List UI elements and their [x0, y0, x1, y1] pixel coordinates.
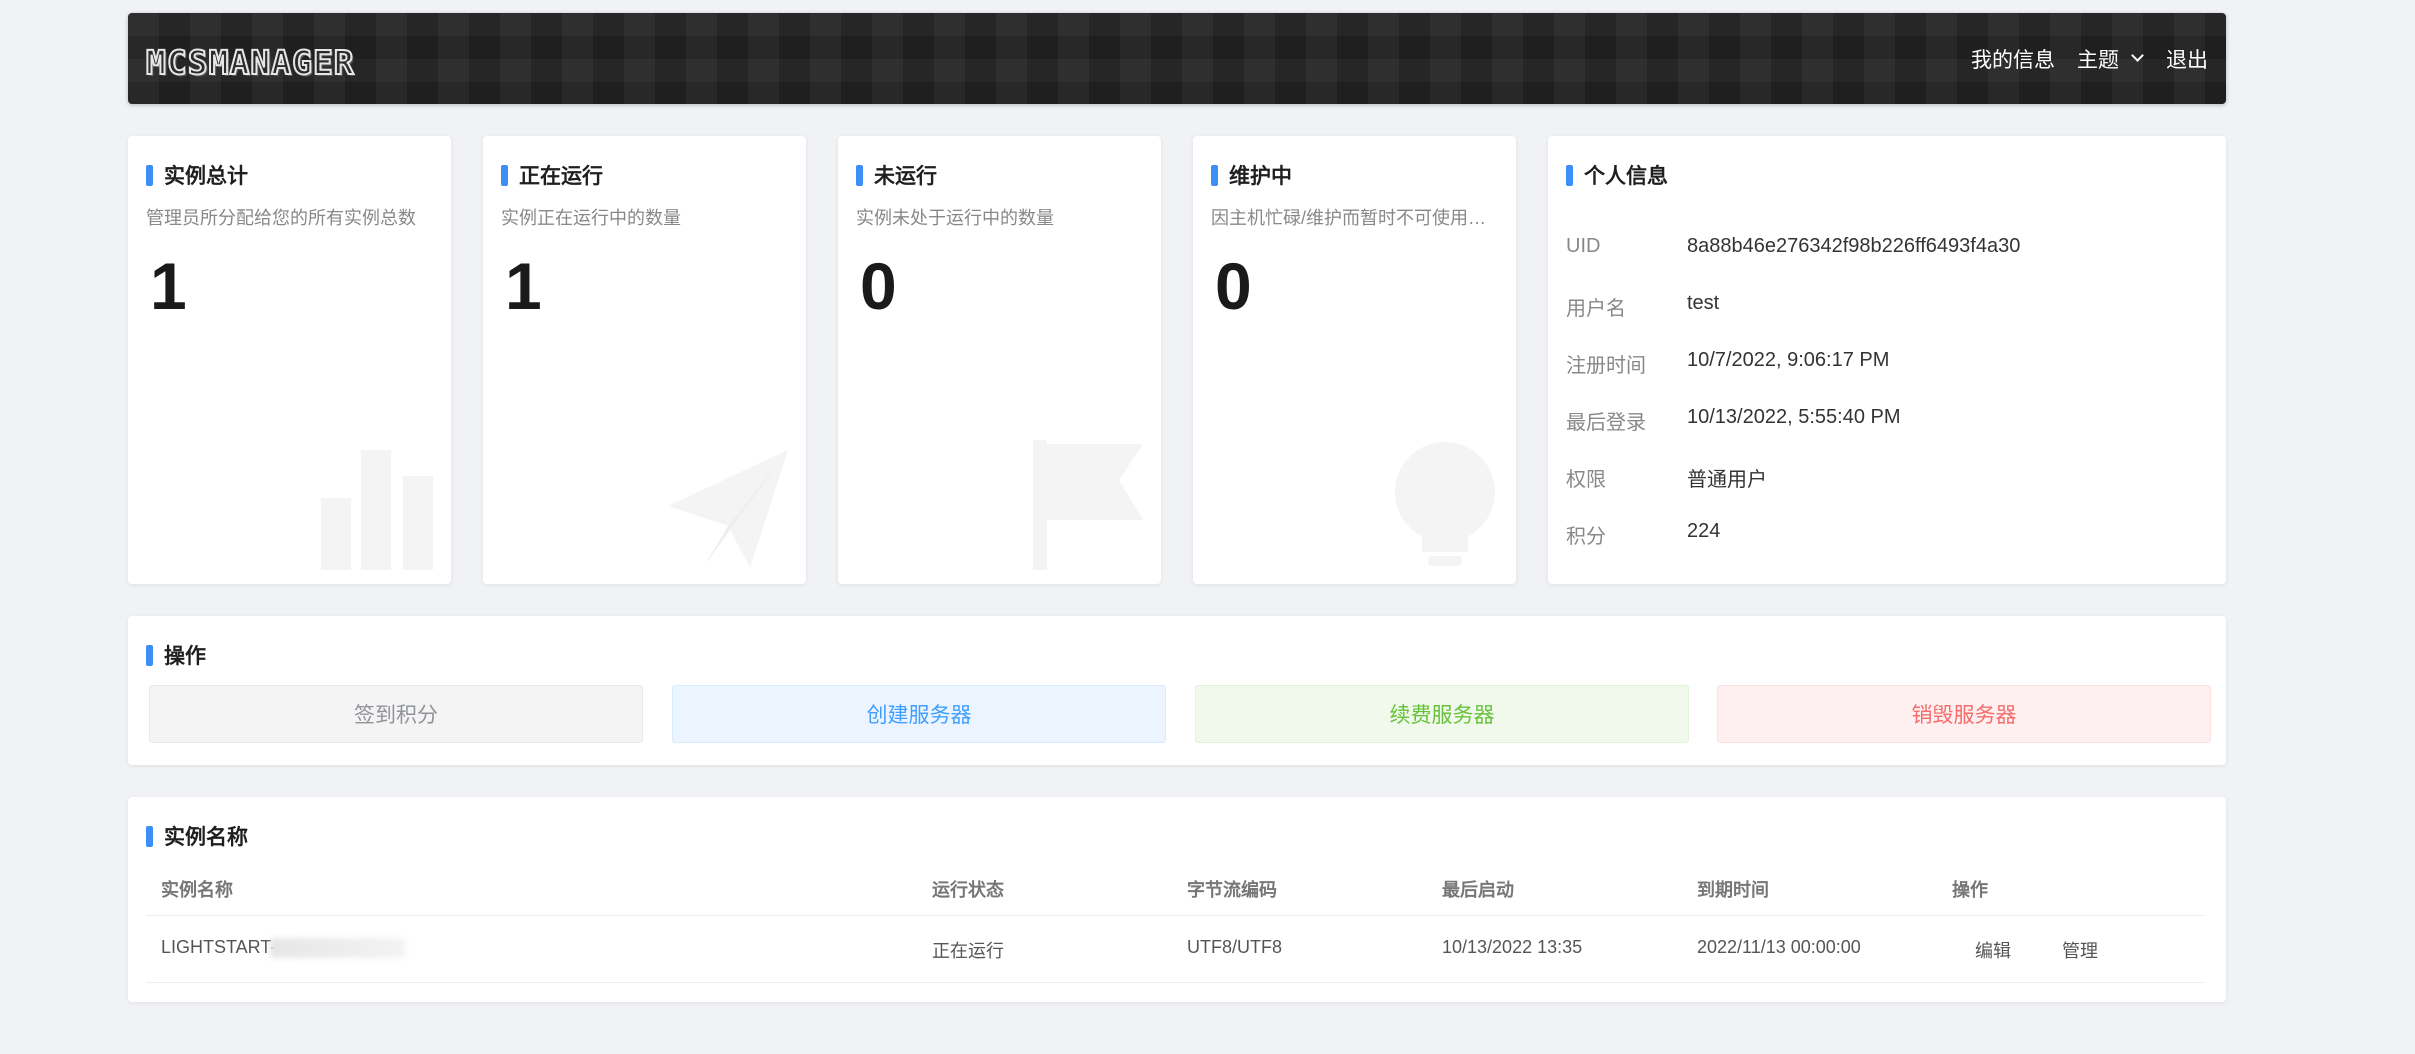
- profile-card: 个人信息 UID 8a88b46e276342f98b226ff6493f4a30…: [1548, 136, 2226, 584]
- profile-key: 积分: [1566, 526, 1606, 548]
- instances-card: 实例名称: [128, 797, 2226, 1002]
- theme-dropdown[interactable]: 主题: [2077, 44, 2144, 74]
- profile-row-uid: UID 8a88b46e276342f98b226ff6493f4a30: [1566, 235, 2020, 258]
- profile-title-wrap: 个人信息: [1566, 160, 1668, 190]
- actions-title: 操作: [164, 645, 206, 668]
- stat-card-title-wrap: 未运行: [856, 160, 937, 190]
- stat-card-title: 未运行: [874, 165, 937, 188]
- stat-card-desc: 实例正在运行中的数量: [501, 208, 681, 228]
- column-header-operations: 操作: [1952, 880, 1988, 900]
- profile-value: 普通用户: [1687, 469, 1767, 491]
- title-accent-mark: [1566, 164, 1573, 186]
- profile-value: 10/13/2022, 5:55:40 PM: [1687, 406, 1901, 428]
- column-header-name: 实例名称: [161, 880, 233, 900]
- column-header-last-start: 最后启动: [1442, 880, 1514, 900]
- paper-plane-icon: [668, 450, 788, 568]
- stat-card-desc: 实例未处于运行中的数量: [856, 208, 1054, 228]
- stat-card-maintenance: 维护中 因主机忙碌/维护而暂时不可使用的实例数量 0: [1193, 136, 1516, 584]
- profile-row-permission: 权限 普通用户: [1566, 463, 1767, 492]
- theme-label: 主题: [2077, 48, 2119, 72]
- instance-encoding: UTF8/UTF8: [1187, 937, 1283, 957]
- column-header-status: 运行状态: [932, 880, 1004, 900]
- edit-instance-link[interactable]: 编辑: [1975, 937, 2011, 963]
- profile-key: 权限: [1566, 469, 1606, 491]
- profile-key: 最后登录: [1566, 412, 1646, 434]
- table-row-name: LIGHTSTART-: [161, 937, 406, 959]
- stat-card-running: 正在运行 实例正在运行中的数量 1: [483, 136, 806, 584]
- instances-title: 实例名称: [164, 826, 248, 849]
- stat-card-desc: 管理员所分配给您的所有实例总数: [146, 208, 416, 228]
- profile-row-registered: 注册时间 10/7/2022, 9:06:17 PM: [1566, 349, 1889, 378]
- stat-card-value: 0: [860, 249, 897, 323]
- destroy-server-button[interactable]: 销毁服务器: [1717, 685, 2211, 743]
- instance-expire: 2022/11/13 00:00:00: [1697, 937, 1861, 957]
- top-navigation-bar: MCSMANAGER 我的信息 主题 退出: [128, 13, 2226, 104]
- instance-status: 正在运行: [932, 941, 1004, 961]
- flag-icon: [1033, 440, 1143, 570]
- manage-instance-link[interactable]: 管理: [2062, 937, 2098, 963]
- column-header-expire: 到期时间: [1697, 880, 1769, 900]
- top-nav-menu: 我的信息 主题 退出: [1971, 13, 2208, 104]
- title-accent-mark: [146, 644, 153, 666]
- stat-card-title-wrap: 维护中: [1211, 160, 1292, 190]
- stat-card-title: 正在运行: [519, 165, 603, 188]
- create-server-button[interactable]: 创建服务器: [672, 685, 1166, 743]
- instance-last-start: 10/13/2022 13:35: [1442, 937, 1583, 957]
- table-header-divider: [146, 915, 2205, 916]
- stat-card-value: 1: [505, 249, 542, 323]
- title-accent-mark: [146, 825, 153, 847]
- stat-card-title-wrap: 实例总计: [146, 160, 248, 190]
- stat-card-desc: 因主机忙碌/维护而暂时不可使用的实例数量: [1211, 208, 1501, 228]
- title-accent-mark: [856, 164, 863, 186]
- app-logo[interactable]: MCSMANAGER: [145, 42, 355, 83]
- signin-points-button[interactable]: 签到积分: [149, 685, 643, 743]
- lightbulb-icon: [1395, 442, 1495, 566]
- column-header-encoding: 字节流编码: [1187, 880, 1277, 900]
- title-accent-mark: [501, 164, 508, 186]
- actions-title-wrap: 操作: [146, 640, 206, 670]
- renew-server-button[interactable]: 续费服务器: [1195, 685, 1689, 743]
- title-accent-mark: [146, 164, 153, 186]
- actions-card: 操作 签到积分 创建服务器 续费服务器 销毁服务器: [128, 616, 2226, 765]
- profile-value: 224: [1687, 520, 1721, 542]
- stat-card-stopped: 未运行 实例未处于运行中的数量 0: [838, 136, 1161, 584]
- stat-card-title: 实例总计: [164, 165, 248, 188]
- title-accent-mark: [1211, 164, 1218, 186]
- profile-row-points: 积分 224: [1566, 520, 1720, 549]
- stat-card-value: 1: [150, 249, 187, 323]
- profile-key: 用户名: [1566, 298, 1626, 320]
- profile-row-username: 用户名 test: [1566, 292, 1719, 321]
- profile-row-last-login: 最后登录 10/13/2022, 5:55:40 PM: [1566, 406, 1901, 435]
- my-info-link[interactable]: 我的信息: [1971, 44, 2055, 74]
- chevron-down-icon: [2131, 49, 2144, 62]
- profile-title: 个人信息: [1584, 165, 1668, 188]
- profile-value: 10/7/2022, 9:06:17 PM: [1687, 349, 1890, 371]
- profile-value: 8a88b46e276342f98b226ff6493f4a30: [1687, 235, 2021, 257]
- profile-key: 注册时间: [1566, 355, 1646, 377]
- redacted-blur: [270, 938, 406, 959]
- bar-chart-icon: [321, 450, 433, 570]
- instances-title-wrap: 实例名称: [146, 821, 248, 851]
- stat-card-title: 维护中: [1229, 165, 1292, 188]
- stat-card-value: 0: [1215, 249, 1252, 323]
- stat-card-total: 实例总计 管理员所分配给您的所有实例总数 1: [128, 136, 451, 584]
- instance-name: LIGHTSTART-: [161, 937, 277, 957]
- profile-value: test: [1687, 292, 1720, 314]
- logout-link[interactable]: 退出: [2166, 44, 2208, 74]
- table-row-divider: [146, 982, 2205, 983]
- profile-key: UID: [1566, 235, 1601, 257]
- stat-card-title-wrap: 正在运行: [501, 160, 603, 190]
